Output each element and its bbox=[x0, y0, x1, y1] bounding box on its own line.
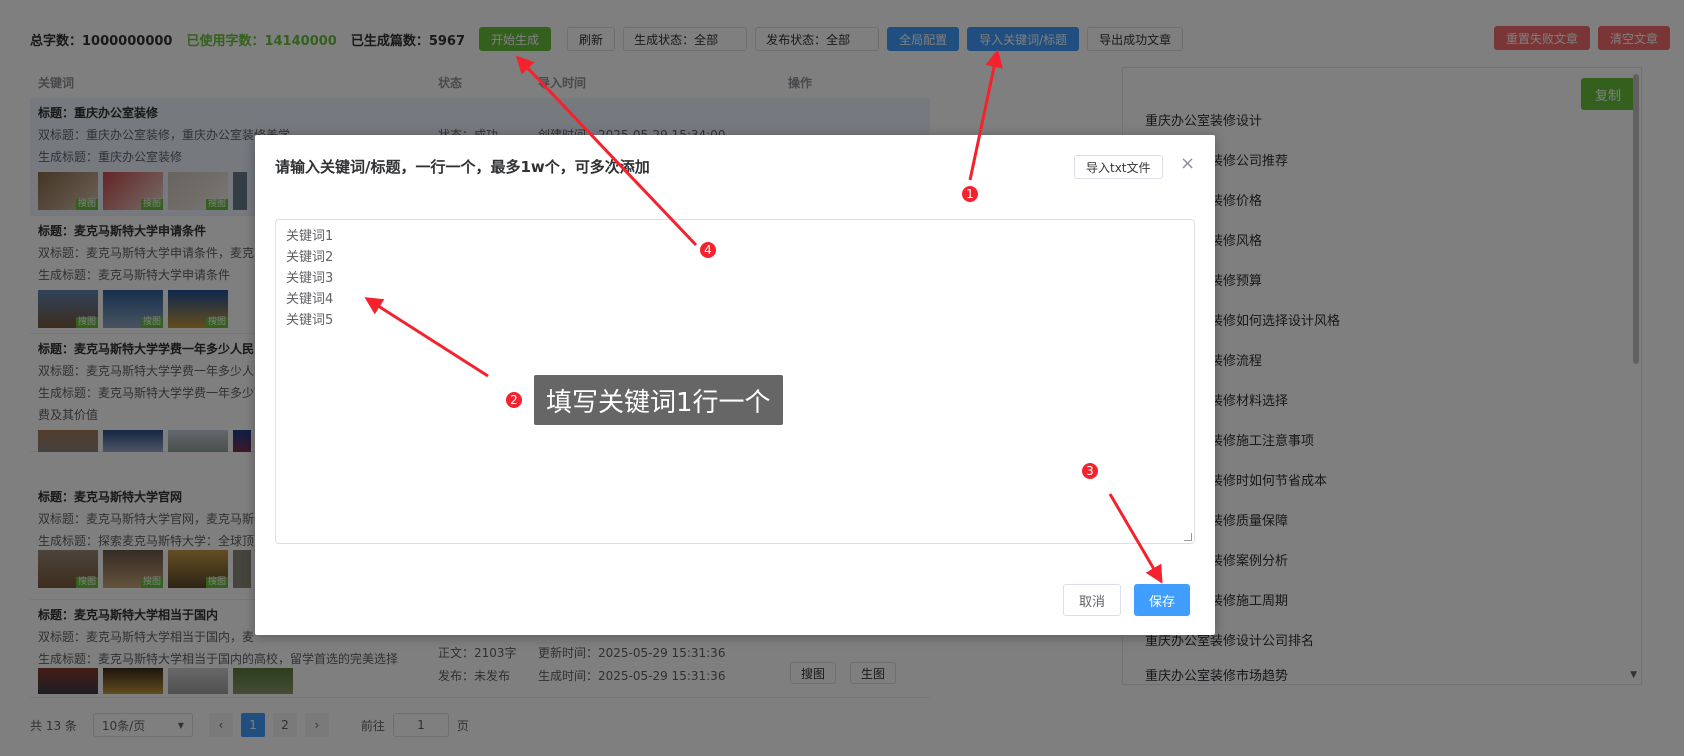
annotation-arrows bbox=[364, 49, 1163, 584]
step-badge-1: 1 bbox=[960, 184, 980, 204]
step-badge-3: 3 bbox=[1080, 461, 1100, 481]
arrow-to-save-button bbox=[1108, 493, 1163, 584]
arrow-to-start-generate bbox=[515, 55, 698, 247]
step-badge-2: 2 bbox=[504, 390, 524, 410]
arrow-to-import-button bbox=[968, 49, 1003, 181]
arrow-to-textarea bbox=[364, 297, 489, 378]
instruction-callout: 填写关键词1行一个 bbox=[534, 375, 783, 425]
step-badge-4: 4 bbox=[698, 240, 718, 260]
